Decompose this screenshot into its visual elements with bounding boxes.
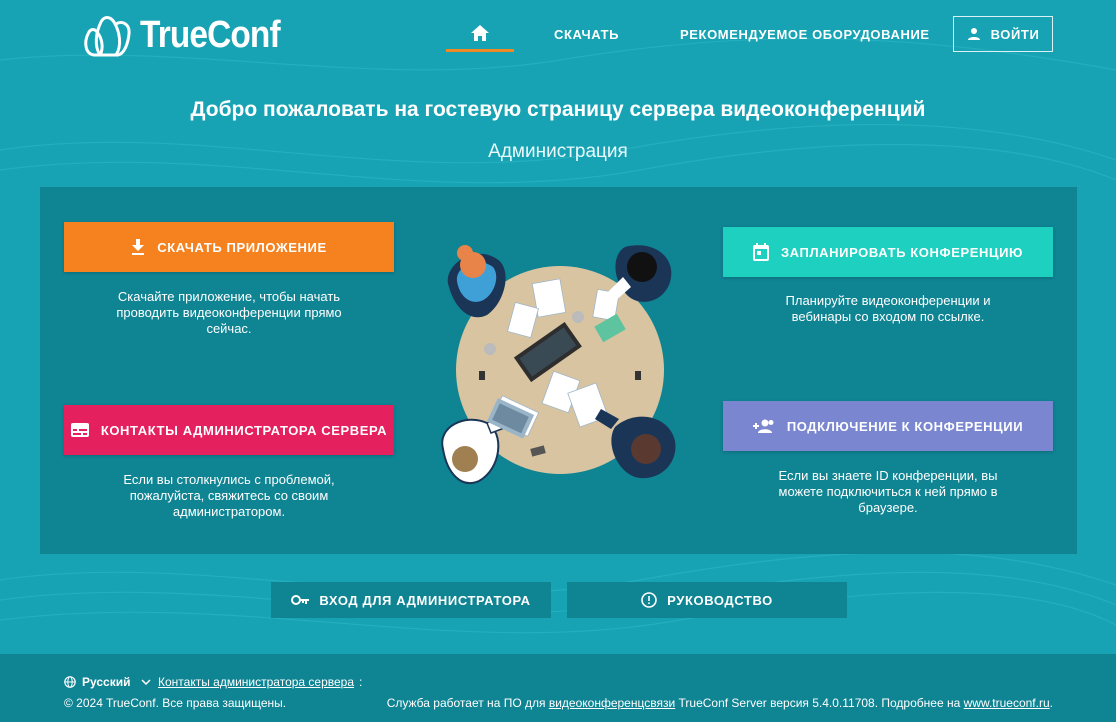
calendar-icon bbox=[752, 243, 769, 261]
join-conference-label: ПОДКЛЮЧЕНИЕ К КОНФЕРЕНЦИИ bbox=[786, 418, 1024, 434]
admin-contacts-label: КОНТАКТЫ АДМИНИСТРАТОРА СЕРВЕРА bbox=[100, 422, 388, 438]
admin-login-label: ВХОД ДЛЯ АДМИНИСТРАТОРА bbox=[319, 592, 531, 608]
info-alert-icon bbox=[641, 592, 657, 608]
copyright: © 2024 TrueConf. Все права защищены. bbox=[64, 696, 287, 710]
join-conference-button[interactable]: ПОДКЛЮЧЕНИЕ К КОНФЕРЕНЦИИ bbox=[723, 401, 1053, 451]
nav-recommended-equipment[interactable]: РЕКОМЕНДУЕМОЕ ОБОРУДОВАНИЕ bbox=[680, 27, 930, 42]
footer: Русский Контакты администратора сервера … bbox=[0, 654, 1116, 722]
download-app-label: СКАЧАТЬ ПРИЛОЖЕНИЕ bbox=[157, 239, 327, 255]
download-icon bbox=[132, 239, 145, 255]
footer-admin-contacts-link[interactable]: Контакты администратора сервера bbox=[158, 675, 354, 689]
download-app-description: Скачайте приложение, чтобы начать провод… bbox=[116, 289, 342, 336]
home-icon bbox=[471, 24, 489, 41]
trueconf-logo[interactable]: TrueConf bbox=[82, 12, 299, 58]
nav-download[interactable]: СКАЧАТЬ bbox=[554, 27, 619, 42]
videoconf-link[interactable]: видеоконференцсвязи bbox=[549, 696, 675, 710]
login-label: ВОЙТИ bbox=[990, 26, 1040, 42]
globe-icon bbox=[64, 676, 76, 688]
add-people-icon bbox=[752, 419, 774, 433]
admin-login-button[interactable]: ВХОД ДЛЯ АДМИНИСТРАТОРА bbox=[271, 582, 551, 618]
admin-contacts-description: Если вы столкнулись с проблемой, пожалуй… bbox=[123, 472, 335, 519]
chevron-down-icon bbox=[140, 679, 151, 685]
language-selector[interactable]: Русский bbox=[64, 675, 151, 689]
guide-label: РУКОВОДСТВО bbox=[667, 592, 773, 608]
admin-contacts-button[interactable]: КОНТАКТЫ АДМИНИСТРАТОРА СЕРВЕРА bbox=[64, 405, 394, 455]
main-panel: СКАЧАТЬ ПРИЛОЖЕНИЕ Скачайте приложение, … bbox=[40, 187, 1077, 554]
guide-button[interactable]: РУКОВОДСТВО bbox=[567, 582, 847, 618]
contact-card-icon bbox=[70, 423, 89, 437]
page-title: Добро пожаловать на гостевую страницу се… bbox=[190, 98, 926, 121]
nav-home[interactable] bbox=[446, 16, 514, 52]
schedule-conference-description: Планируйте видеоконференции и вебинары с… bbox=[785, 293, 991, 324]
login-button[interactable]: ВОЙТИ bbox=[953, 16, 1053, 52]
page-subtitle: Администрация bbox=[488, 141, 628, 162]
person-icon bbox=[967, 28, 980, 40]
key-icon bbox=[291, 595, 310, 605]
service-suffix: . bbox=[1049, 696, 1053, 710]
schedule-conference-label: ЗАПЛАНИРОВАТЬ КОНФЕРЕНЦИЮ bbox=[780, 244, 1024, 260]
trueconf-site-link[interactable]: www.trueconf.ru bbox=[964, 696, 1050, 710]
service-prefix: Служба работает на ПО для bbox=[386, 696, 546, 710]
schedule-conference-button[interactable]: ЗАПЛАНИРОВАТЬ КОНФЕРЕНЦИЮ bbox=[723, 227, 1053, 277]
language-label: Русский bbox=[82, 675, 131, 689]
footer-colon: : bbox=[359, 675, 363, 689]
logo-people-icon bbox=[84, 16, 131, 57]
service-version: TrueConf Server версия 5.4.0.11708. Подр… bbox=[678, 696, 961, 710]
service-info: Служба работает на ПО для видеоконференц… bbox=[387, 696, 1053, 710]
download-app-button[interactable]: СКАЧАТЬ ПРИЛОЖЕНИЕ bbox=[64, 222, 394, 272]
join-conference-description: Если вы знаете ID конференции, вы можете… bbox=[778, 468, 998, 515]
logo-text: TrueConf bbox=[140, 14, 281, 56]
meeting-table-illustration bbox=[441, 245, 676, 484]
main-nav: СКАЧАТЬ РЕКОМЕНДУЕМОЕ ОБОРУДОВАНИЕ bbox=[446, 16, 929, 52]
